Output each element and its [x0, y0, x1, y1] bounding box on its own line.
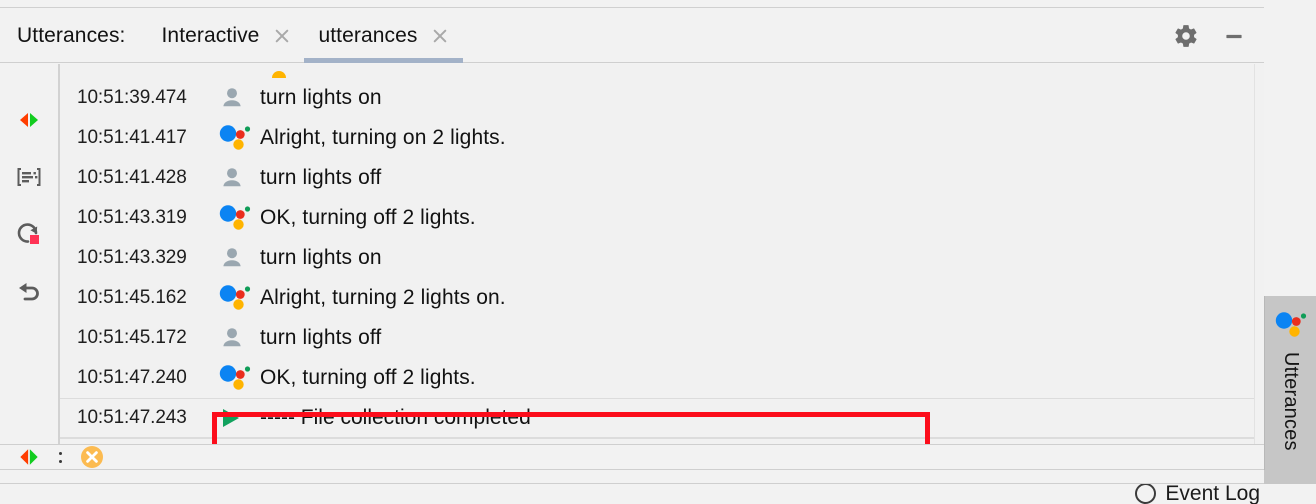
top-strip — [0, 0, 1264, 8]
assistant-dots-icon — [219, 365, 251, 390]
clipped-row — [60, 64, 1254, 78]
log-line[interactable]: 10:51:41.417 Alright, turning on 2 light… — [60, 118, 1254, 158]
status-bar — [0, 444, 1264, 470]
log-message: ----- File collection completed — [260, 406, 531, 429]
log-icon — [216, 123, 260, 153]
vertical-dots-icon — [55, 451, 66, 463]
log-icon — [216, 283, 260, 313]
log-icon — [216, 203, 260, 233]
settings-button[interactable] — [1172, 22, 1200, 50]
log-icon — [216, 164, 260, 192]
tab-bar: Interactive utterances — [147, 9, 463, 63]
log-message: turn lights on — [260, 246, 382, 269]
assistant-dots-icon — [219, 285, 251, 310]
restart-stop-icon — [17, 223, 39, 244]
console-vertical-scrollbar[interactable] — [1254, 64, 1264, 444]
log-icon — [216, 84, 260, 112]
green-play-icon — [223, 409, 239, 427]
log-line[interactable]: 10:51:47.243 ----- File collection compl… — [60, 398, 1254, 438]
log-message: Alright, turning 2 lights on. — [260, 286, 506, 309]
assistant-dots-icon — [1275, 312, 1306, 337]
log-timestamp: 10:51:47.240 — [77, 367, 187, 388]
close-icon[interactable] — [273, 27, 290, 44]
back-button[interactable] — [14, 276, 44, 306]
log-icon — [216, 324, 260, 352]
bottom-right-corner — [1264, 470, 1316, 484]
event-log-label: Event Log — [1165, 483, 1260, 504]
user-avatar-icon — [223, 168, 241, 187]
user-avatar-icon — [223, 248, 241, 267]
soft-wrap-icon — [17, 168, 41, 186]
log-message: turn lights off — [260, 166, 382, 189]
assistant-dots-icon-partial — [272, 71, 286, 78]
log-icon — [216, 244, 260, 272]
soft-wrap-button[interactable] — [14, 162, 44, 192]
log-timestamp: 10:51:43.319 — [77, 207, 187, 228]
log-line[interactable]: 10:51:43.319 OK, turning off 2 lights. — [60, 198, 1254, 238]
right-tool-stripe: Utterances — [1264, 0, 1316, 504]
tab-utterances[interactable]: utterances — [304, 9, 463, 63]
assistant-dots-icon — [219, 125, 251, 150]
bottom-divider — [0, 483, 1264, 484]
header-actions — [1172, 22, 1264, 50]
console-toolbar — [0, 64, 58, 444]
console-scroll-area: 10:51:39.474 turn lights on 10:51:41.417 — [60, 64, 1254, 444]
log-icon — [216, 363, 260, 393]
log-line[interactable]: 10:51:43.329 turn lights on — [60, 238, 1254, 278]
assistant-dots-icon — [219, 205, 251, 230]
page-title: Utterances: — [17, 23, 126, 47]
user-avatar-icon — [223, 328, 241, 347]
log-line[interactable]: 10:51:45.172 turn lights off — [60, 318, 1254, 358]
log-message: OK, turning off 2 lights. — [260, 366, 476, 389]
log-line[interactable]: 10:51:45.162 Alright, turning 2 lights o… — [60, 278, 1254, 318]
log-line[interactable]: 10:51:41.428 turn lights off — [60, 158, 1254, 198]
error-badge[interactable] — [79, 444, 105, 470]
user-avatar-icon — [223, 88, 241, 107]
log-timestamp: 10:51:39.474 — [77, 87, 187, 108]
log-line[interactable]: 10:51:47.240 OK, turning off 2 lights. — [60, 358, 1254, 398]
sidebar-item-label: Utterances — [1280, 352, 1302, 451]
log-message: Alright, turning on 2 lights. — [260, 126, 506, 149]
undo-arrow-icon — [19, 283, 39, 301]
log-timestamp: 10:51:43.329 — [77, 247, 187, 268]
log-timestamp: 10:51:45.172 — [77, 327, 187, 348]
tab-label: utterances — [318, 23, 418, 47]
tab-interactive[interactable]: Interactive — [147, 9, 304, 63]
left-right-arrows-icon — [20, 113, 38, 127]
log-line[interactable]: 10:51:39.474 turn lights on — [60, 78, 1254, 118]
log-message: turn lights on — [260, 86, 382, 109]
log-timestamp: 10:51:41.428 — [77, 167, 187, 188]
tool-window-header: Utterances: Interactive utterances — [0, 9, 1264, 63]
sidebar-item-utterances[interactable]: Utterances — [1264, 296, 1316, 472]
log-timestamp: 10:51:41.417 — [77, 127, 187, 148]
bottom-bar: Event Log — [0, 470, 1316, 504]
console-output-panel[interactable]: 10:51:39.474 turn lights on 10:51:41.417 — [58, 64, 1264, 444]
tool-window-root: Utterances: Interactive utterances 10:51… — [0, 0, 1316, 504]
gear-icon — [1175, 24, 1197, 47]
scroll-to-ends-button[interactable] — [16, 446, 42, 468]
rerun-stop-button[interactable] — [14, 219, 44, 249]
orange-x-circle-icon — [81, 446, 103, 468]
left-right-arrows-icon — [20, 449, 38, 465]
minimize-button[interactable] — [1220, 22, 1248, 50]
log-message: OK, turning off 2 lights. — [260, 206, 476, 229]
minimize-icon — [1226, 34, 1242, 38]
log-timestamp: 10:51:45.162 — [77, 287, 187, 308]
log-message: turn lights off — [260, 326, 382, 349]
tab-label: Interactive — [161, 23, 260, 47]
circle-icon — [1135, 483, 1157, 504]
log-timestamp: 10:51:47.243 — [77, 407, 187, 428]
scroll-to-ends-button[interactable] — [14, 105, 44, 135]
close-icon[interactable] — [432, 27, 449, 44]
event-log-button[interactable]: Event Log — [1135, 483, 1260, 504]
log-icon — [216, 405, 260, 431]
